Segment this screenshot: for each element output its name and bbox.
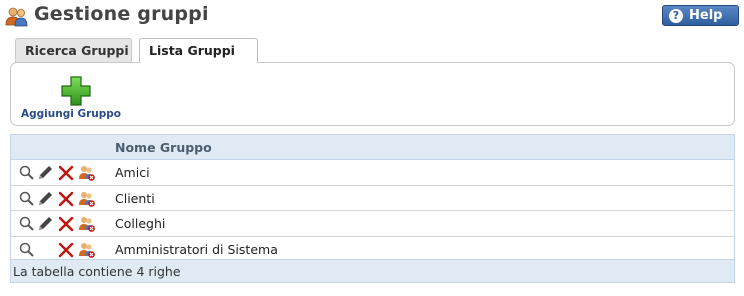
row-actions [18,189,98,209]
group-members-icon[interactable] [78,215,96,233]
tab-ricerca-gruppi[interactable]: Ricerca Gruppi [15,38,132,62]
table-footer: La tabella contiene 4 righe [11,259,734,282]
edit-icon[interactable] [36,190,54,208]
row-count-text: La tabella contiene 4 righe [13,264,181,279]
question-icon: ? [669,8,683,23]
group-members-icon[interactable] [78,241,96,259]
page-header: Gestione gruppi ? Help [0,0,744,34]
edit-icon[interactable] [36,215,54,233]
table-row: Clienti [11,185,734,211]
toolbar-panel: Aggiungi Gruppo [10,62,735,126]
group-name: Colleghi [115,216,166,231]
view-icon[interactable] [18,241,36,259]
row-actions [18,240,98,260]
plus-icon [61,76,91,106]
view-icon[interactable] [18,190,36,208]
groups-table: Nome Gruppo Amici Clienti Colleghi Ammin… [10,134,735,283]
table-row: Amici [11,160,734,186]
page-title: Gestione gruppi [34,3,209,25]
table-row: Colleghi [11,211,734,237]
users-icon [5,7,28,27]
column-header-nome-gruppo[interactable]: Nome Gruppo [115,140,212,155]
delete-icon[interactable] [57,241,75,259]
view-icon[interactable] [18,215,36,233]
group-name: Amici [115,165,150,180]
delete-icon[interactable] [57,190,75,208]
group-name: Clienti [115,190,155,206]
view-icon[interactable] [18,164,36,182]
edit-icon[interactable] [36,164,54,182]
help-button[interactable]: ? Help [662,5,739,26]
group-members-icon[interactable] [78,190,96,208]
group-name: Amministratori di Sistema [115,241,278,257]
help-label: Help [689,8,723,23]
tab-lista-gruppi[interactable]: Lista Gruppi [139,38,258,63]
table-header: Nome Gruppo [11,135,734,160]
row-actions [18,163,98,183]
delete-icon[interactable] [57,164,75,182]
add-group-button[interactable]: Aggiungi Gruppo [21,75,131,121]
group-members-icon[interactable] [78,164,96,182]
row-actions [18,214,98,234]
add-group-label: Aggiungi Gruppo [21,108,121,120]
delete-icon[interactable] [57,215,75,233]
